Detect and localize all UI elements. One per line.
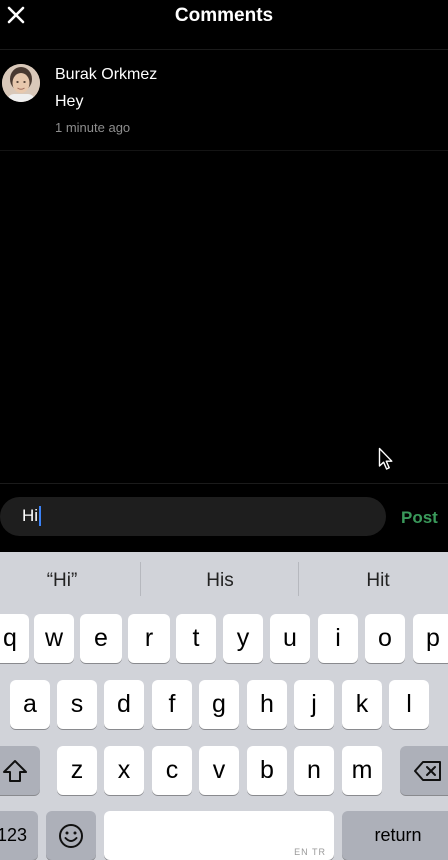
suggestion-item[interactable]: His xyxy=(150,570,290,592)
avatar[interactable] xyxy=(2,64,40,102)
key[interactable]: q xyxy=(0,614,29,663)
backspace-icon xyxy=(414,760,441,781)
key[interactable]: r xyxy=(128,614,170,663)
comment-text: Hey xyxy=(55,93,84,110)
space-key[interactable]: EN TR xyxy=(104,811,334,860)
key[interactable]: t xyxy=(176,614,216,663)
key[interactable]: d xyxy=(104,680,144,729)
key[interactable]: c xyxy=(152,746,192,795)
divider xyxy=(140,562,141,596)
key[interactable]: m xyxy=(342,746,382,795)
comment-author[interactable]: Burak Orkmez xyxy=(55,66,157,84)
key[interactable]: s xyxy=(57,680,97,729)
key[interactable]: x xyxy=(104,746,144,795)
post-button[interactable]: Post xyxy=(401,508,438,528)
key[interactable]: h xyxy=(247,680,287,729)
comment-input-value: Hi xyxy=(22,506,39,525)
key[interactable]: y xyxy=(223,614,263,663)
comment-input-field[interactable]: Hi xyxy=(0,497,386,536)
key[interactable]: b xyxy=(247,746,287,795)
key[interactable]: u xyxy=(270,614,310,663)
comment-item: Burak Orkmez Hey 1 minute ago xyxy=(0,50,448,150)
key[interactable]: l xyxy=(389,680,429,729)
key[interactable]: f xyxy=(152,680,192,729)
keyboard: “Hi” His Hit q w e r t y u i o p a s d f… xyxy=(0,552,448,860)
divider xyxy=(0,483,448,484)
return-key[interactable]: return xyxy=(342,811,448,860)
key[interactable]: o xyxy=(365,614,405,663)
suggestion-item[interactable]: Hit xyxy=(308,570,448,592)
divider xyxy=(0,150,448,151)
comment-timestamp: 1 minute ago xyxy=(55,120,131,135)
emoji-key[interactable] xyxy=(46,811,96,860)
shift-key[interactable] xyxy=(0,746,40,795)
space-language-hint: EN TR xyxy=(294,847,326,857)
key[interactable]: i xyxy=(318,614,358,663)
key[interactable]: j xyxy=(294,680,334,729)
avatar-image xyxy=(2,64,40,102)
text-caret xyxy=(39,506,42,526)
mouse-pointer-icon xyxy=(378,447,394,471)
suggestion-bar: “Hi” His Hit xyxy=(0,552,448,610)
emoji-icon xyxy=(59,823,83,848)
shift-icon xyxy=(3,759,27,782)
header: Comments xyxy=(0,0,448,32)
key[interactable]: n xyxy=(294,746,334,795)
page-title: Comments xyxy=(174,5,274,26)
divider xyxy=(298,562,299,596)
key[interactable]: k xyxy=(342,680,382,729)
key[interactable]: a xyxy=(10,680,50,729)
suggestion-item[interactable]: “Hi” xyxy=(0,570,132,592)
key[interactable]: p xyxy=(413,614,448,663)
key[interactable]: w xyxy=(34,614,74,663)
backspace-key[interactable] xyxy=(400,746,448,795)
comments-screen: Comments Burak Orkmez Hey 1 minute ago H… xyxy=(0,0,448,860)
numbers-key[interactable]: 123 xyxy=(0,811,38,860)
comment-input[interactable]: Hi xyxy=(22,506,42,526)
key[interactable]: v xyxy=(199,746,239,795)
key[interactable]: g xyxy=(199,680,239,729)
key[interactable]: e xyxy=(80,614,122,663)
key[interactable]: z xyxy=(57,746,97,795)
